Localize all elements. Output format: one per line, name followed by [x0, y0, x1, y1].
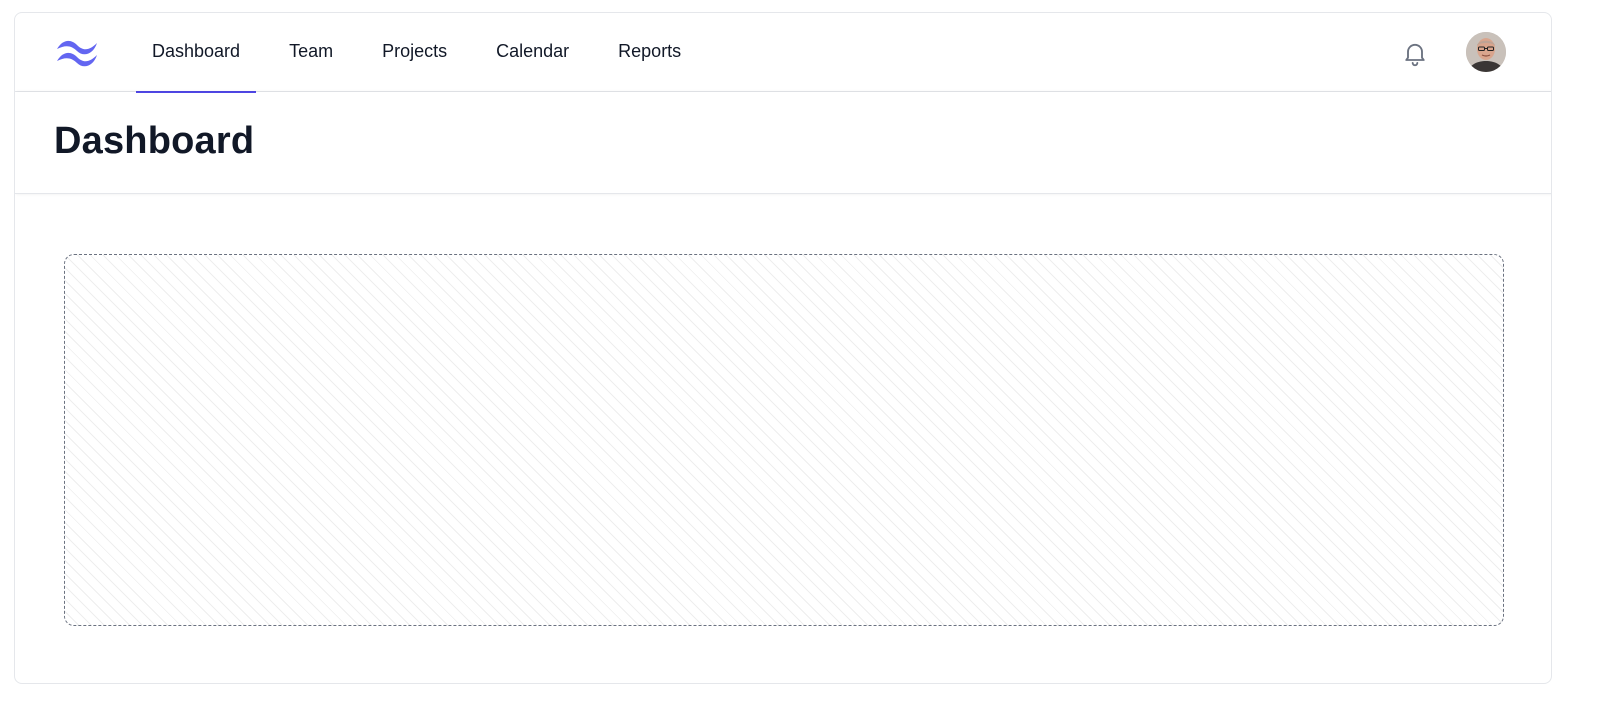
top-navbar: Dashboard Team Projects Calendar Reports — [15, 13, 1551, 93]
tab-team[interactable]: Team — [273, 13, 349, 92]
tab-calendar[interactable]: Calendar — [480, 13, 585, 92]
page-title: Dashboard — [54, 120, 255, 162]
logo-icon[interactable] — [53, 35, 101, 67]
tab-projects[interactable]: Projects — [366, 13, 463, 92]
app-window: Dashboard Team Projects Calendar Reports — [14, 12, 1552, 684]
main-nav: Dashboard Team Projects Calendar Reports — [136, 13, 714, 93]
content-placeholder — [64, 254, 1504, 626]
tab-dashboard[interactable]: Dashboard — [136, 13, 257, 93]
page-header: Dashboard — [15, 92, 1551, 194]
bell-icon[interactable] — [1401, 39, 1429, 67]
avatar[interactable] — [1466, 32, 1506, 72]
avatar-image — [1466, 32, 1506, 72]
tab-reports[interactable]: Reports — [602, 13, 697, 92]
